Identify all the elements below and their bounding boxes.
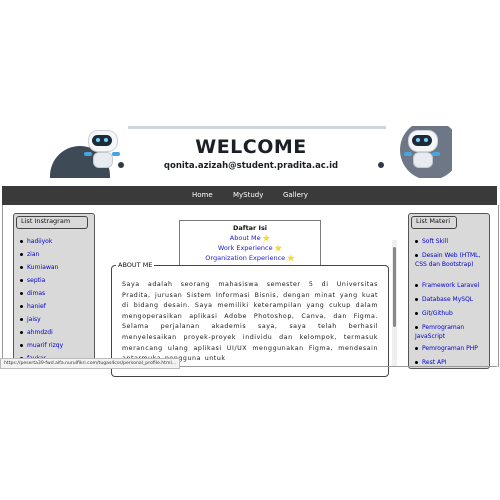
toc-title: Daftar Isi — [232, 224, 268, 232]
materi-link[interactable]: Database MySQL — [415, 296, 485, 303]
browser-status-bar: https://peserta39-fwd.alfa.nurulfikri.co… — [0, 358, 181, 369]
instagram-link[interactable]: Kurniawan — [20, 264, 58, 271]
instagram-link[interactable]: jaisy — [20, 316, 41, 323]
materi-link[interactable]: Framework Laravel — [415, 282, 485, 289]
instagram-link[interactable]: ahmdzdi — [20, 329, 53, 336]
instagram-link[interactable]: septia — [20, 277, 45, 284]
scrollbar-thumb[interactable] — [393, 247, 396, 327]
email-text: qonita.azizah@student.pradita.ac.id — [163, 161, 339, 171]
nav-mystudy-link[interactable]: MyStudy — [233, 191, 263, 199]
instagram-link[interactable]: muarif rizqy — [20, 342, 63, 349]
welcome-banner: WELCOME qonita.azizah@student.pradita.ac… — [50, 126, 452, 178]
toc-about-link[interactable]: About Me ⭐ — [180, 234, 320, 242]
about-me-label: ABOUT ME — [116, 261, 155, 269]
materi-link[interactable]: Pemrograman PHP — [415, 345, 485, 352]
main-content: List Instragram hadiiyok zian Kurniawan … — [2, 205, 499, 377]
materi-link[interactable]: Rest API — [415, 359, 485, 366]
instagram-link[interactable]: hadiiyok — [20, 238, 52, 245]
materi-list-title: List Materi — [414, 217, 453, 225]
materi-link[interactable]: Desain Web (HTML, CSS dan Bootstrap) — [415, 251, 481, 269]
nav-gallery-link[interactable]: Gallery — [283, 191, 308, 199]
star-icon: ⭐ — [274, 245, 283, 252]
materi-link[interactable]: Git/Github — [415, 310, 485, 317]
instagram-link[interactable]: dimas — [20, 290, 45, 297]
navbar: Home MyStudy Gallery — [2, 186, 497, 205]
star-icon: ⭐ — [262, 235, 271, 242]
instagram-list-title: List Instragram — [19, 217, 73, 225]
toc-work-link[interactable]: Work Experience ⭐ — [180, 244, 320, 252]
about-me-text: Saya adalah seorang mahasiswa semester 5… — [122, 281, 378, 363]
materi-link[interactable]: Soft Skill — [415, 238, 485, 245]
instagram-link[interactable]: hanief — [20, 303, 46, 310]
instagram-link[interactable]: zian — [20, 251, 39, 258]
instagram-list-panel: List Instragram hadiiyok zian Kurniawan … — [13, 213, 95, 369]
banner-stripe — [128, 126, 386, 129]
nav-home-link[interactable]: Home — [192, 191, 213, 199]
table-of-contents: Daftar Isi About Me ⭐ Work Experience ⭐ … — [179, 220, 321, 268]
toc-organization-link[interactable]: Organization Experience ⭐ — [180, 254, 320, 262]
welcome-title: WELCOME — [195, 136, 307, 158]
materi-list-panel: List Materi Soft Skill Desain Web (HTML,… — [408, 213, 490, 369]
materi-link[interactable]: Pemrograman JavaScript — [415, 323, 477, 341]
star-icon: ⭐ — [287, 255, 295, 262]
